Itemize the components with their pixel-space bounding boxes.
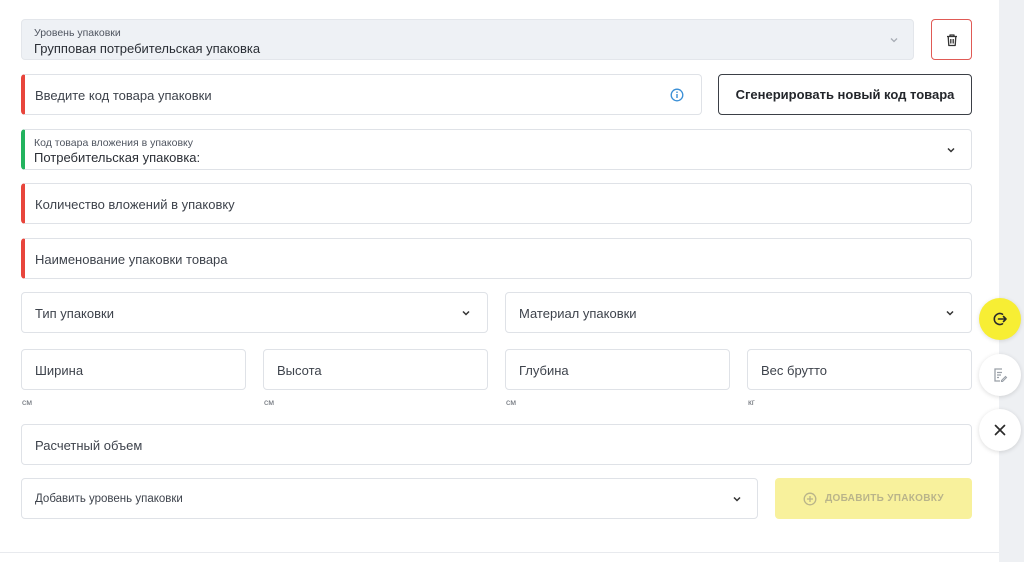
delete-button[interactable] xyxy=(931,19,972,60)
height-placeholder: Высота xyxy=(277,363,322,378)
packaging-level-label: Уровень упаковки xyxy=(34,27,121,39)
gross-weight-unit: кг xyxy=(748,397,755,407)
packaging-level-value: Групповая потребительская упаковка xyxy=(34,41,261,56)
plus-circle-icon xyxy=(803,492,817,505)
close-button[interactable] xyxy=(979,409,1021,451)
package-material-placeholder: Материал упаковки xyxy=(519,306,637,321)
generate-code-button[interactable]: Сгенерировать новый код товара xyxy=(718,74,972,115)
chevron-down-icon xyxy=(733,496,741,502)
document-edit-icon xyxy=(994,368,1008,383)
nested-code-value: Потребительская упаковка: xyxy=(34,150,201,165)
add-level-placeholder: Добавить уровень упаковки xyxy=(35,493,183,505)
width-placeholder: Ширина xyxy=(35,363,84,378)
gross-weight-input[interactable]: Вес брутто xyxy=(747,349,972,390)
info-icon[interactable] xyxy=(670,88,684,102)
nested-code-select[interactable]: Код товара вложения в упаковку Потребите… xyxy=(21,129,972,170)
product-code-input[interactable]: Введите код товара упаковки xyxy=(21,74,702,115)
package-name-placeholder: Наименование упаковки товара xyxy=(35,252,228,267)
gross-weight-placeholder: Вес брутто xyxy=(761,363,828,378)
package-name-input[interactable]: Наименование упаковки товара xyxy=(21,238,972,279)
document-edit-button[interactable] xyxy=(979,354,1021,396)
depth-unit: см xyxy=(506,397,517,407)
width-input[interactable]: Ширина xyxy=(21,349,246,390)
height-input[interactable]: Высота xyxy=(263,349,488,390)
close-icon xyxy=(994,424,1006,436)
height-unit: см xyxy=(264,397,275,407)
add-package-button[interactable]: ДОБАВИТЬ УПАКОВКУ xyxy=(775,478,972,519)
chevron-down-icon xyxy=(890,38,898,43)
package-material-select[interactable]: Материал упаковки xyxy=(505,292,972,333)
nested-count-input[interactable]: Количество вложений в упаковку xyxy=(21,183,972,224)
add-level-select[interactable]: Добавить уровень упаковки xyxy=(21,478,758,519)
logout-icon xyxy=(993,312,1007,326)
chevron-down-icon xyxy=(462,310,470,316)
add-package-label: ДОБАВИТЬ УПАКОВКУ xyxy=(825,493,944,504)
nested-code-label: Код товара вложения в упаковку xyxy=(34,137,193,149)
packaging-level-select[interactable]: Уровень упаковки Групповая потребительск… xyxy=(21,19,914,60)
depth-placeholder: Глубина xyxy=(519,363,569,378)
depth-input[interactable]: Глубина xyxy=(505,349,730,390)
nested-count-placeholder: Количество вложений в упаковку xyxy=(35,197,235,212)
trash-icon xyxy=(946,33,957,46)
volume-input[interactable]: Расчетный объем xyxy=(21,424,972,465)
logout-button[interactable] xyxy=(979,298,1021,340)
section-divider xyxy=(0,552,999,553)
product-code-placeholder: Введите код товара упаковки xyxy=(35,88,212,103)
width-unit: см xyxy=(22,397,33,407)
chevron-down-icon xyxy=(946,310,954,316)
volume-placeholder: Расчетный объем xyxy=(35,438,143,453)
chevron-down-icon xyxy=(947,147,955,153)
package-type-select[interactable]: Тип упаковки xyxy=(21,292,488,333)
package-type-placeholder: Тип упаковки xyxy=(35,306,114,321)
right-panel-background xyxy=(999,0,1024,562)
